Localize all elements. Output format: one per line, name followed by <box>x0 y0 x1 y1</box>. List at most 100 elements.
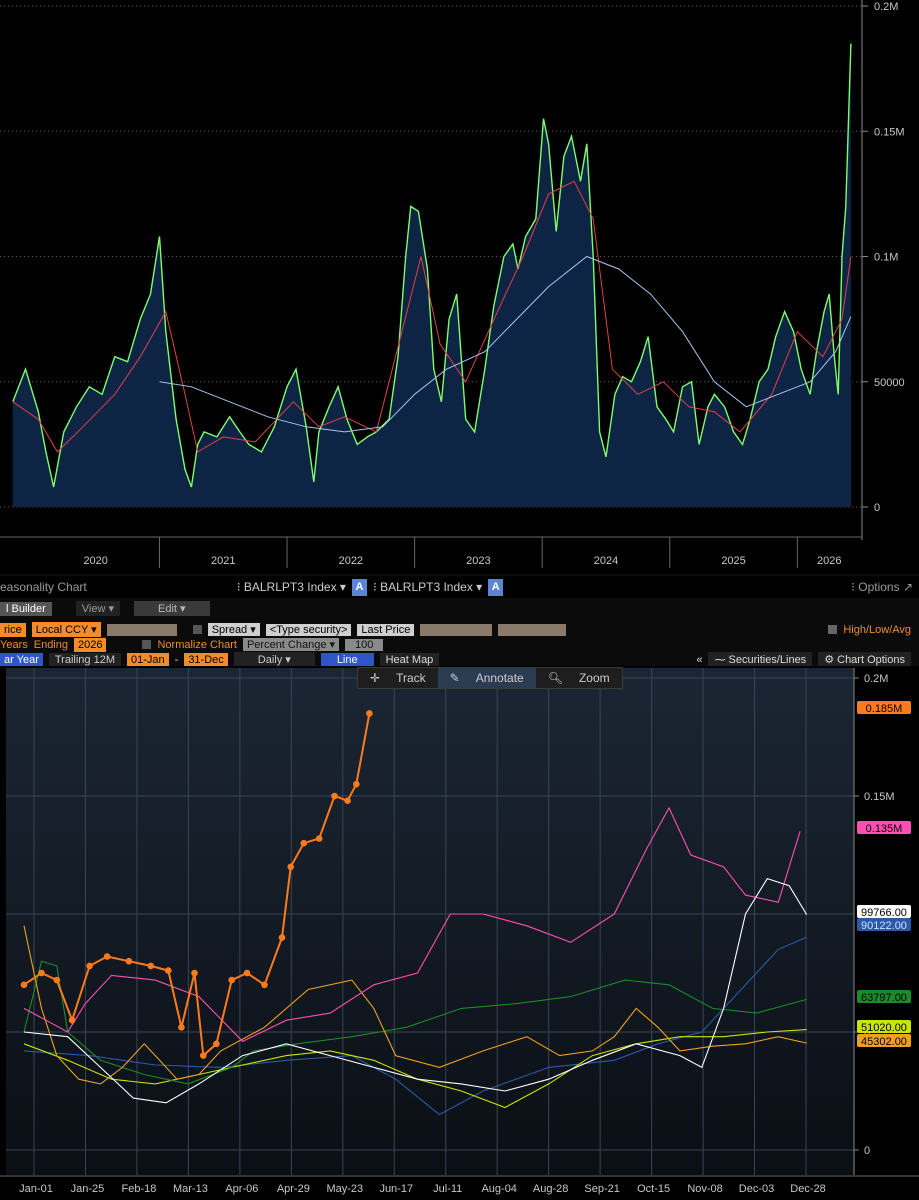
bottom-x-label: Jan-01 <box>19 1183 53 1195</box>
top-y-tick-label: 50000 <box>874 377 905 389</box>
last-value-tag: 0.135M <box>857 821 911 835</box>
years-row: Years Ending 2026 Normalize Chart Percen… <box>0 637 919 652</box>
top-x-label: 2025 <box>721 555 745 567</box>
series-2026-point <box>38 969 45 977</box>
spread-checkbox[interactable] <box>192 625 202 634</box>
bottom-x-label: Jul-11 <box>433 1183 462 1195</box>
title-row: easonality Chart ⁝ BALRLPT3 Index ▾ A ⁝ … <box>0 576 919 598</box>
last-value-tag: 99766.00 <box>857 905 911 919</box>
security-1[interactable]: ⁝ BALRLPT3 Index ▾ <box>237 580 346 594</box>
top-chart: 0.2M 0.15M 0.1M 50000 0 2020 2021 2022 2023 2024… <box>0 0 919 574</box>
bottom-x-label: Jan-25 <box>71 1183 105 1195</box>
expand-icon: ↗ <box>902 580 913 594</box>
price-row: rice Local CCY ▾ Spread ▾ <Type security… <box>0 622 919 637</box>
last-value-tag: 51020.00 <box>857 1020 911 1034</box>
base-field[interactable]: 100 <box>345 638 384 651</box>
series-2026-point <box>300 839 308 847</box>
series-2026-point <box>353 780 360 788</box>
series-2026-point <box>213 1040 220 1048</box>
seasonality-chart: 0.2M0.15M00 0.185M0.135M99766.0090122.00… <box>0 666 919 1200</box>
bottom-y-tick-label: 0.2M <box>864 673 888 685</box>
bottom-x-label: Dec-03 <box>739 1183 774 1195</box>
bottom-x-label: Mar-13 <box>173 1183 208 1195</box>
date-separator: - <box>174 653 179 666</box>
bottom-x-label: Nov-08 <box>687 1183 722 1195</box>
series-2026-point <box>165 967 172 974</box>
view-menu[interactable]: View ▾ <box>75 601 120 616</box>
bottom-x-label: Feb-18 <box>122 1183 157 1195</box>
bottom-x-label: Sep-21 <box>584 1183 619 1195</box>
calendar-year-tab[interactable]: ar Year <box>0 652 43 667</box>
last-value-tag-text: 90122.00 <box>861 920 907 932</box>
series-2026-point <box>331 792 338 800</box>
annotate-label: Annotate <box>475 671 524 685</box>
bottom-x-label: Aug-04 <box>481 1183 516 1195</box>
years-label: Years <box>0 638 28 651</box>
annotate-button[interactable]: ✎ Annotate <box>437 668 536 688</box>
frequency-select[interactable]: Daily ▾ <box>233 652 315 667</box>
last-value-tag-text: 51020.00 <box>861 1022 907 1034</box>
chart-options-button[interactable]: ⚙ Chart Options <box>818 652 911 667</box>
collapse-icon[interactable]: « <box>696 654 702 666</box>
series-2026-point <box>191 969 198 977</box>
zoom-button[interactable]: 🔍︎ Zoom <box>536 668 622 688</box>
top-x-label: 2024 <box>594 555 618 567</box>
last-value-tag: 90122.00 <box>857 918 911 932</box>
chart-title: easonality Chart <box>0 580 87 594</box>
top-y-tick-label: 0.1M <box>874 252 898 264</box>
currency-select[interactable]: Local CCY ▾ <box>31 622 101 637</box>
builder-button[interactable]: l Builder <box>0 601 52 616</box>
hla-checkbox[interactable] <box>828 625 838 634</box>
series-2026-point <box>125 957 133 965</box>
zoom-label: Zoom <box>578 671 610 685</box>
top-x-label: 2022 <box>339 555 363 567</box>
line-tab[interactable]: Line <box>320 652 374 667</box>
last-value-tag-text: 63797.00 <box>861 992 907 1004</box>
price-field[interactable]: rice <box>0 622 26 637</box>
series-2026-point <box>287 863 295 871</box>
spread-label: Spread <box>211 624 248 636</box>
trailing-12m-tab[interactable]: Trailing 12M <box>48 652 121 667</box>
bottom-x-label: Aug-28 <box>533 1183 568 1195</box>
series-2026-point <box>178 1024 185 1031</box>
bottom-y-tick-label: 0.15M <box>864 791 895 803</box>
securities-lines-label: Securities/Lines <box>728 654 807 666</box>
end-date-field[interactable]: 31-Dec <box>184 652 228 667</box>
normalize-checkbox[interactable] <box>142 640 152 649</box>
top-x-label: 2021 <box>211 555 235 567</box>
top-y-tick-label: 0.15M <box>874 126 905 138</box>
bottom-x-label: Apr-06 <box>225 1183 258 1195</box>
gear-icon: ⚙ <box>824 654 835 666</box>
year-end-field[interactable]: 2026 <box>74 637 107 652</box>
options-button[interactable]: ⁝ Options ↗ <box>851 580 913 594</box>
hla-label: High/Low/Avg <box>843 623 911 636</box>
security-1-a-badge[interactable]: A <box>351 578 367 596</box>
edit-menu[interactable]: Edit ▾ <box>133 601 210 616</box>
bottom-x-label: May-23 <box>326 1183 363 1195</box>
chart-options-label: Chart Options <box>837 654 905 666</box>
type-security-field[interactable]: <Type security> <box>265 623 352 636</box>
magnifier-icon: 🔍︎ <box>547 671 563 685</box>
frequency-label: Daily <box>257 654 283 666</box>
security-2-label: BALRLPT3 Index <box>380 580 473 594</box>
series-2026-point <box>344 797 351 804</box>
securities-lines-icon: ⁓ <box>714 654 726 666</box>
spread-select[interactable]: Spread ▾ <box>207 623 260 636</box>
series-2026-point <box>86 962 93 970</box>
securities-lines-button[interactable]: ⁓ Securities/Lines <box>708 652 813 667</box>
security-2[interactable]: ⁝ BALRLPT3 Index ▾ <box>373 580 482 594</box>
field-blank-2[interactable] <box>420 623 493 636</box>
security-1-label: BALRLPT3 Index <box>243 580 337 594</box>
last-price-select[interactable]: Last Price <box>357 623 415 636</box>
last-value-tag-text: 45302.00 <box>861 1036 907 1048</box>
series-2026-point <box>53 976 61 984</box>
field-blank-3[interactable] <box>498 623 567 636</box>
bottom-plot-background <box>6 668 854 1175</box>
security-2-a-badge[interactable]: A <box>488 578 504 596</box>
heatmap-tab[interactable]: Heat Map <box>379 652 440 667</box>
percent-change-select[interactable]: Percent Change ▾ <box>242 638 340 651</box>
start-date-field[interactable]: 01-Jan <box>127 652 169 667</box>
series-2026-point <box>261 981 268 989</box>
field-blank-1[interactable] <box>106 623 177 636</box>
track-button[interactable]: ✛ Track <box>358 668 438 688</box>
